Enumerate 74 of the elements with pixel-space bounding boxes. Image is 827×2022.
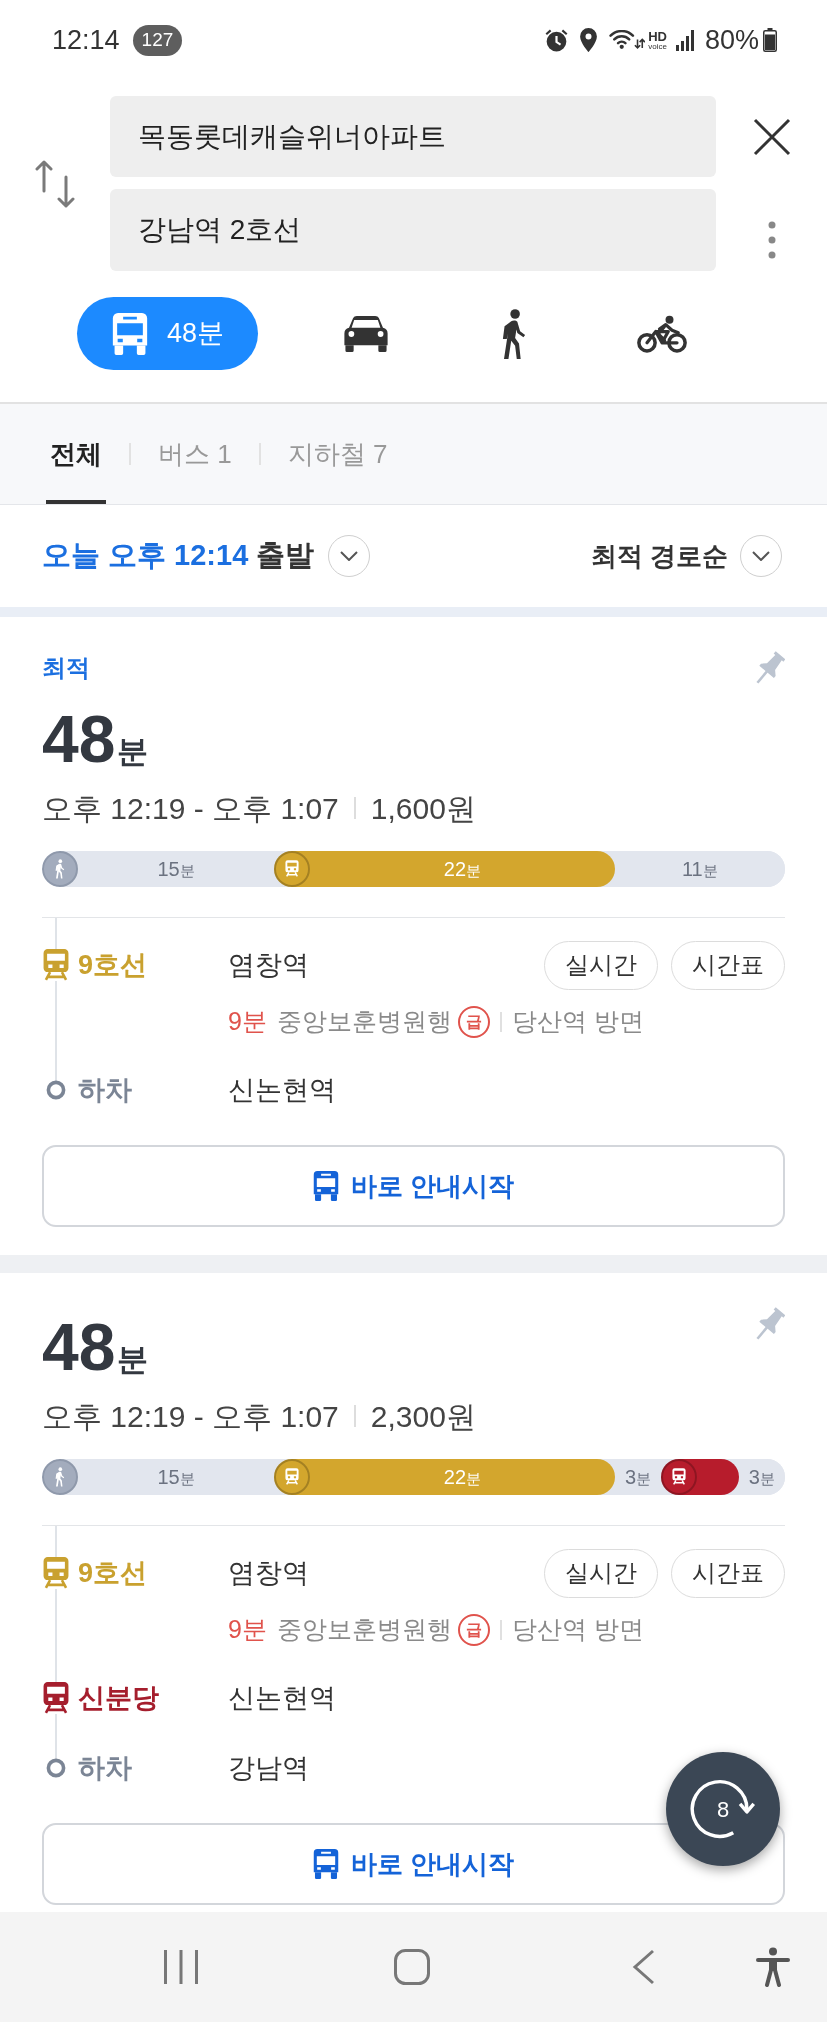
- station-name: 신논현역: [228, 1073, 336, 1107]
- realtime-button[interactable]: 실시간: [544, 940, 658, 990]
- battery-icon: [763, 28, 777, 52]
- wifi-icon: [609, 30, 646, 50]
- segment-duration: 15분: [157, 859, 195, 879]
- segment-duration: 11분: [681, 859, 718, 879]
- accessibility-icon[interactable]: [756, 1947, 790, 1987]
- train-destination: 중앙보훈병원행: [276, 1614, 452, 1646]
- segment-duration: 3분: [624, 1467, 651, 1487]
- line-label: 신분당: [78, 1681, 159, 1715]
- bus-icon: [312, 1171, 339, 1201]
- location-pin-icon: [580, 28, 598, 52]
- station-name: 신논현역: [228, 1681, 336, 1715]
- voice-label: voice: [648, 42, 667, 51]
- express-badge: 급: [457, 1006, 490, 1038]
- station-name: 염창역: [228, 948, 309, 982]
- bicycle-icon: [637, 314, 687, 353]
- line-label: 9호선: [78, 1556, 148, 1590]
- timetable-button[interactable]: 시간표: [671, 1548, 785, 1598]
- ring-icon: [46, 1758, 66, 1778]
- start-navigation-button[interactable]: 바로 안내시작: [42, 1145, 785, 1227]
- segment-duration: 3분: [748, 1467, 775, 1487]
- signal-bars-icon: [674, 29, 695, 51]
- station-name: 강남역: [228, 1751, 309, 1785]
- line-label: 9호선: [78, 948, 148, 982]
- departure-label: 출발: [256, 538, 315, 574]
- timetable-button[interactable]: 시간표: [671, 940, 785, 990]
- origin-field[interactable]: 목동롯데캐슬위너아파트: [110, 96, 716, 177]
- recent-apps-icon[interactable]: [163, 1949, 199, 1985]
- arrival-time: 9분: [228, 1614, 267, 1646]
- refresh-icon: [690, 1779, 756, 1839]
- bus-icon: [312, 1849, 339, 1879]
- chevron-down-icon: [752, 551, 770, 561]
- fare: 2,300원: [370, 1398, 476, 1435]
- total-duration: 48분: [42, 1314, 149, 1380]
- segment-duration: 15분: [157, 1467, 195, 1487]
- walking-person-icon: [502, 308, 526, 359]
- start-navigation-button[interactable]: 바로 안내시작: [42, 1823, 785, 1905]
- departure-time: 오늘 오후 12:14: [42, 538, 249, 574]
- clock-time: 12:14: [52, 26, 120, 54]
- segment-duration: 22분: [443, 859, 482, 879]
- line-label: 하차: [78, 1073, 132, 1107]
- destination-field[interactable]: 강남역 2호선: [110, 189, 716, 271]
- direction-label: 당산역 방면: [511, 1006, 644, 1038]
- hd-label: HD: [648, 29, 667, 43]
- route-type-label: 최적: [42, 653, 91, 683]
- express-badge: 급: [457, 1614, 490, 1646]
- chevron-down-icon: [340, 551, 359, 561]
- segment-duration: 22분: [443, 1467, 482, 1487]
- realtime-button[interactable]: 실시간: [544, 1548, 658, 1598]
- car-icon: [344, 315, 388, 352]
- more-options-icon[interactable]: [767, 221, 776, 259]
- fare: 1,600원: [370, 790, 476, 827]
- time-range: 오후 12:19 - 오후 1:07: [42, 1398, 339, 1435]
- direction-label: 당산역 방면: [511, 1614, 644, 1646]
- bus-icon: [110, 312, 149, 355]
- arrival-time: 9분: [228, 1006, 267, 1038]
- walking-person-icon: [42, 1459, 78, 1495]
- line-label: 하차: [78, 1751, 132, 1785]
- battery-percent: 80%: [704, 26, 759, 54]
- back-icon[interactable]: [632, 1949, 656, 1985]
- notification-count: 127: [132, 24, 183, 56]
- filter-tab[interactable]: 전체: [46, 404, 106, 504]
- total-duration: 48분: [42, 706, 149, 772]
- alarm-clock-icon: [545, 28, 569, 52]
- swap-arrows-icon[interactable]: [35, 158, 75, 209]
- walking-person-icon: [42, 851, 78, 887]
- home-icon[interactable]: [394, 1949, 430, 1985]
- time-range: 오후 12:19 - 오후 1:07: [42, 790, 339, 827]
- station-name: 염창역: [228, 1556, 309, 1590]
- sort-label: 최적 경로순: [590, 539, 728, 573]
- ring-icon: [46, 1080, 66, 1100]
- train-destination: 중앙보훈병원행: [276, 1006, 452, 1038]
- close-icon[interactable]: [752, 118, 791, 156]
